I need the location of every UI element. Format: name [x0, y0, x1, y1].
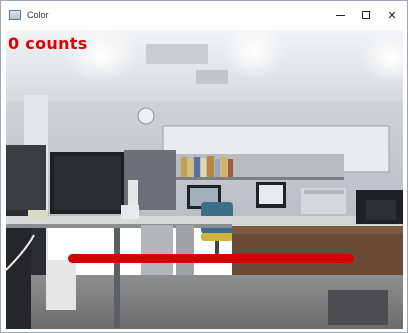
maximize-button[interactable]	[353, 1, 379, 29]
window-title: Color	[27, 10, 49, 20]
title-bar[interactable]: Color ✕	[1, 1, 407, 29]
close-button[interactable]: ✕	[379, 1, 405, 29]
minimize-button[interactable]	[327, 1, 353, 29]
window-app-icon	[9, 10, 21, 20]
close-icon: ✕	[387, 9, 397, 22]
camera-feed: 0 counts	[6, 30, 403, 329]
window-controls: ✕	[327, 1, 405, 29]
office-scene	[6, 30, 403, 329]
maximize-icon	[362, 11, 370, 19]
red-count-line	[68, 254, 354, 263]
minimize-icon	[335, 14, 345, 16]
app-window: Color ✕ 0 counts	[0, 0, 408, 333]
count-overlay: 0 counts	[8, 34, 88, 53]
